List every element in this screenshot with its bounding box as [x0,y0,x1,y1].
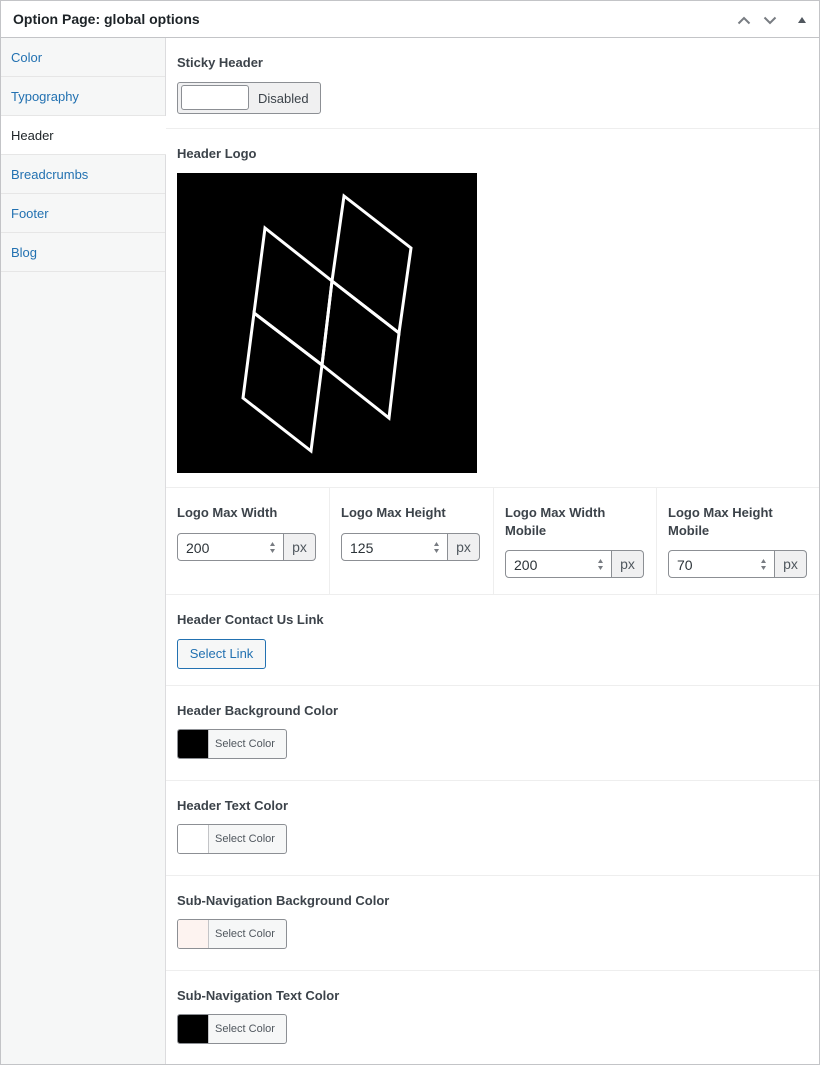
header-logo-label: Header Logo [177,146,257,161]
spinner-icon[interactable] [760,558,767,571]
contact-link-field: Header Contact Us Link Select Link [166,595,819,686]
spinner-icon[interactable] [269,541,276,554]
select-color-label: Select Color [215,1023,275,1035]
color-swatch [178,920,209,948]
logo-max-height-mobile-unit: px [775,550,807,578]
logo-max-width-mobile-input[interactable]: 200 [505,550,612,578]
logo-max-height-label: Logo Max Height [341,505,446,520]
logo-max-width-mobile-label: Logo Max Width Mobile [505,505,606,538]
tab-breadcrumbs[interactable]: Breadcrumbs [1,155,165,194]
subnav-text-color-label: Sub-Navigation Text Color [177,988,340,1003]
logo-max-width-label: Logo Max Width [177,505,278,520]
sticky-header-field: Sticky Header Disabled [166,38,819,129]
sticky-header-label: Sticky Header [177,55,263,70]
spinner-icon[interactable] [433,541,440,554]
options-metabox: Option Page: global options Color Typogr… [0,0,820,1065]
logo-max-width-input[interactable]: 200 [177,533,284,561]
select-color-label: Select Color [215,738,275,750]
toggle-state-text: Disabled [258,91,309,106]
triangle-up-icon [798,17,806,23]
header-logo-image[interactable] [177,173,477,473]
logo-max-height-unit: px [448,533,480,561]
logo-max-width-value: 200 [186,540,210,556]
select-color-label: Select Color [215,928,275,940]
header-text-color-picker[interactable]: Select Color [177,824,287,854]
select-color-label: Select Color [215,833,275,845]
logo-max-height-mobile-value: 70 [677,557,693,573]
tab-footer[interactable]: Footer [1,194,165,233]
logo-max-height-input[interactable]: 125 [341,533,448,561]
header-bg-color-label: Header Background Color [177,703,339,718]
logo-max-width-mobile-value: 200 [514,557,538,573]
metabox-title: Option Page: global options [13,11,200,27]
header-bg-color-picker[interactable]: Select Color [177,729,287,759]
tab-typography[interactable]: Typography [1,77,165,116]
logo-max-width-unit: px [284,533,316,561]
toggle-knob [181,85,249,110]
tab-color[interactable]: Color [1,38,165,77]
color-swatch [178,825,209,853]
subnav-bg-color-field: Sub-Navigation Background Color Select C… [166,876,819,971]
logo-dimensions-row: Logo Max Width 200 px Logo Max Height 12… [166,488,819,595]
move-down-button[interactable] [759,9,781,31]
logo-max-height-cell: Logo Max Height 125 px [330,488,494,595]
header-bg-color-field: Header Background Color Select Color [166,686,819,781]
header-text-color-label: Header Text Color [177,798,289,813]
subnav-text-color-picker[interactable]: Select Color [177,1014,287,1044]
subnav-bg-color-label: Sub-Navigation Background Color [177,893,390,908]
logo-max-width-mobile-unit: px [612,550,644,578]
subnav-bg-color-picker[interactable]: Select Color [177,919,287,949]
logo-max-width-cell: Logo Max Width 200 px [166,488,330,595]
subnav-text-color-field: Sub-Navigation Text Color Select Color [166,971,819,1064]
header-text-color-field: Header Text Color Select Color [166,781,819,876]
contact-link-label: Header Contact Us Link [177,612,324,627]
move-up-button[interactable] [733,9,755,31]
logo-max-height-mobile-input[interactable]: 70 [668,550,775,578]
tab-blog[interactable]: Blog [1,233,165,272]
logo-max-height-mobile-cell: Logo Max Height Mobile 70 px [657,488,819,595]
toggle-panel-button[interactable] [791,9,813,31]
select-link-button[interactable]: Select Link [177,639,266,669]
logo-max-width-mobile-cell: Logo Max Width Mobile 200 px [494,488,657,595]
options-tabs-sidebar: Color Typography Header Breadcrumbs Foot… [1,38,166,1064]
logo-max-height-mobile-label: Logo Max Height Mobile [668,505,773,538]
color-swatch [178,730,209,758]
chevron-down-icon [763,16,777,24]
sticky-header-toggle[interactable]: Disabled [177,82,321,114]
chevron-up-icon [737,16,751,24]
color-swatch [178,1015,209,1043]
logo-graphic [241,193,413,454]
tab-header[interactable]: Header [1,116,166,155]
logo-max-height-value: 125 [350,540,374,556]
spinner-icon[interactable] [597,558,604,571]
header-logo-field: Header Logo [166,129,819,488]
metabox-header: Option Page: global options [1,1,819,38]
